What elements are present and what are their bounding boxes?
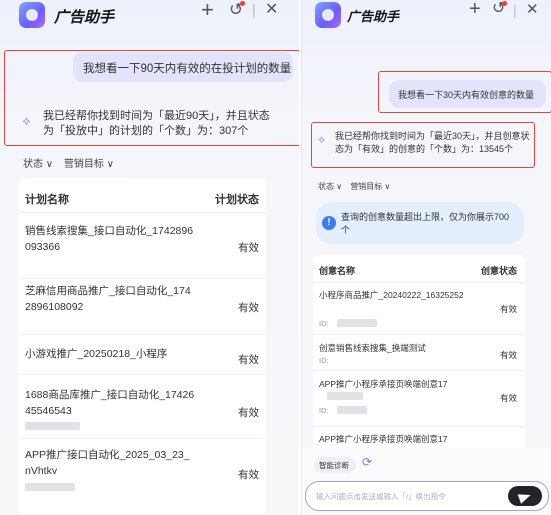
table-row[interactable]: 小程序商品推广_20240222_16325252 ID: 有效 — [313, 282, 525, 334]
app-title: 广告助手 — [347, 9, 400, 24]
filter-bar: 状态 ∨ 营销目标 ∨ — [23, 155, 114, 170]
smart-diagnose-chip[interactable]: 智能诊断 — [314, 457, 356, 473]
row-name: APP推广小程序承接页唤端创意17 — [319, 379, 448, 389]
notification-dot-icon — [240, 1, 245, 6]
row-name: 1688商品库推广_接口自动化_1742645546543 — [25, 389, 195, 417]
notification-dot-icon — [502, 1, 507, 6]
right-assistant-panel: 广告助手 + ↺ | ✕ 我想看一下30天内有效创意的数量 ⟡ 我已经帮你找到时… — [301, 0, 551, 515]
highlight-box — [311, 122, 535, 168]
row-id-label: ID: — [319, 356, 329, 365]
row-name: APP推广小程序承接页唤端创意17 — [319, 434, 448, 444]
app-title: 广告助手 — [54, 9, 115, 26]
row-status: 有效 — [238, 302, 259, 314]
assistant-logo-icon — [19, 2, 45, 28]
row-status: 有效 — [238, 469, 259, 481]
redacted-id-bar — [337, 406, 367, 414]
redacted-id-bar — [337, 319, 377, 327]
send-button[interactable] — [508, 486, 542, 506]
row-name: 芝麻信用商品推广_接口自动化_1742896108092 — [25, 285, 191, 313]
goal-filter[interactable]: 营销目标 ∨ — [64, 159, 114, 170]
info-icon: ! — [322, 216, 336, 230]
row-id-label: ID: — [319, 319, 329, 328]
filter-bar: 状态 ∨ 营销目标 ∨ — [318, 181, 390, 192]
highlight-box — [378, 71, 551, 113]
table-row[interactable]: APP推广小程序承接页唤端创意17 ID: 有效 — [313, 370, 525, 426]
row-name: 创意销售线索搜集_换端测试 — [319, 343, 426, 353]
dual-chat-screens: 广告助手 + ↺ | ✕ 我想看一下90天内有效的在投计划的数量 ⟡ 我已经帮你… — [0, 0, 551, 515]
add-icon[interactable]: + — [469, 0, 481, 19]
composer-area: 智能诊断 ⟳ 输入问题点击发送或输入「/」唤出指令 — [302, 448, 551, 515]
limit-notice: ! 查询的创意数量超出上限，仅为你展示700个 — [316, 202, 524, 244]
redacted-id-bar — [25, 483, 75, 491]
col-header-status: 创意状态 — [481, 266, 518, 276]
header: 广告助手 + ↺ | ✕ — [0, 0, 299, 36]
row-name: 销售线索搜集_接口自动化_1742896093366 — [25, 225, 194, 253]
row-name: 小程序商品推广_20240222_16325252 — [319, 290, 464, 300]
row-name: APP推广接口自动化_2025_03_23_nVhtkv — [25, 449, 190, 477]
refresh-icon[interactable]: ⟳ — [362, 455, 372, 469]
left-assistant-panel: 广告助手 + ↺ | ✕ 我想看一下90天内有效的在投计划的数量 ⟡ 我已经帮你… — [0, 0, 299, 515]
table-row[interactable]: APP推广接口自动化_2025_03_23_nVhtkv 有效 — [18, 438, 266, 502]
goal-filter[interactable]: 营销目标 ∨ — [350, 182, 390, 191]
highlight-box — [4, 50, 299, 146]
redacted-id-bar — [25, 422, 80, 430]
notice-text: 查询的创意数量超出上限，仅为你展示700个 — [341, 212, 510, 235]
add-icon[interactable]: + — [201, 0, 214, 21]
chip-label: 智能诊断 — [319, 461, 349, 470]
input-placeholder: 输入问题点击发送或输入「/」唤出指令 — [316, 492, 446, 501]
row-status: 有效 — [500, 304, 518, 314]
col-header-status: 计划状态 — [215, 194, 259, 206]
header-separator: | — [513, 2, 517, 18]
row-id-label: ID: — [319, 406, 329, 415]
table-row[interactable]: 小游戏推广_20250218_小程序 有效 — [18, 334, 266, 374]
plan-table: 计划名称 计划状态 销售线索搜集_接口自动化_1742896093366 有效 … — [18, 178, 266, 515]
row-status: 有效 — [238, 354, 259, 366]
assistant-logo-icon — [315, 2, 341, 28]
col-header-name: 计划名称 — [25, 194, 69, 206]
redacted-name-bar — [327, 392, 363, 400]
table-row[interactable]: 芝麻信用商品推广_接口自动化_1742896108092 有效 — [18, 278, 266, 334]
creative-table: 创意名称 创意状态 小程序商品推广_20240222_16325252 ID: … — [313, 255, 525, 455]
header-separator: | — [252, 2, 256, 19]
status-filter[interactable]: 状态 ∨ — [23, 159, 53, 170]
table-row[interactable]: 创意销售线索搜集_换端测试 ID: 有效 — [313, 334, 525, 370]
row-status: 有效 — [500, 393, 518, 403]
row-status: 有效 — [238, 242, 259, 254]
row-status: 有效 — [500, 350, 518, 360]
message-input[interactable]: 输入问题点击发送或输入「/」唤出指令 — [305, 481, 549, 511]
table-row[interactable]: 销售线索搜集_接口自动化_1742896093366 有效 — [18, 212, 266, 278]
table-row[interactable]: 1688商品库推广_接口自动化_1742645546543 有效 — [18, 374, 266, 438]
close-icon[interactable]: ✕ — [265, 2, 278, 18]
row-name: 小游戏推广_20250218_小程序 — [25, 348, 168, 360]
row-status: 有效 — [238, 407, 259, 419]
col-header-name: 创意名称 — [319, 266, 356, 276]
header: 广告助手 + ↺ | ✕ — [302, 0, 551, 36]
close-icon[interactable]: ✕ — [526, 2, 539, 17]
status-filter[interactable]: 状态 ∨ — [318, 182, 342, 191]
